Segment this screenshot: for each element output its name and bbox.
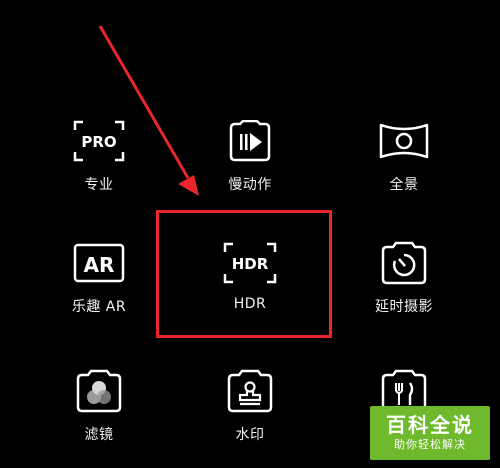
time-lapse-icon	[377, 240, 431, 286]
ar-icon: AR	[72, 240, 126, 286]
mode-panorama[interactable]: 全景	[344, 118, 464, 194]
site-watermark: 百科全说 助你轻松解决	[370, 406, 490, 460]
panorama-icon	[377, 118, 431, 164]
mode-panorama-label: 全景	[389, 177, 419, 193]
slow-motion-icon	[223, 118, 277, 164]
mode-ar-label: 乐趣 AR	[71, 299, 127, 315]
mode-filter[interactable]: 滤镜	[39, 368, 159, 444]
stamp-icon	[223, 368, 277, 414]
mode-time-lapse[interactable]: 延时摄影	[344, 240, 464, 316]
filter-icon	[72, 368, 126, 414]
mode-pro-label: 专业	[84, 177, 114, 193]
mode-filter-label: 滤镜	[84, 427, 114, 443]
watermark-subtitle: 助你轻松解决	[394, 438, 466, 451]
mode-time-lapse-label: 延时摄影	[375, 299, 433, 315]
mode-slow-motion-label: 慢动作	[228, 177, 272, 193]
pro-icon-text: PRO	[81, 133, 116, 151]
mode-pro[interactable]: PRO 专业	[39, 118, 159, 194]
hdr-highlight-box	[156, 210, 332, 338]
mode-ar[interactable]: AR 乐趣 AR	[39, 240, 159, 316]
mode-watermark-label: 水印	[235, 427, 265, 443]
watermark-title: 百科全说	[386, 413, 474, 437]
ar-icon-text: AR	[84, 253, 115, 277]
pro-icon: PRO	[72, 118, 126, 164]
mode-slow-motion[interactable]: 慢动作	[190, 118, 310, 194]
mode-watermark[interactable]: 水印	[190, 368, 310, 444]
